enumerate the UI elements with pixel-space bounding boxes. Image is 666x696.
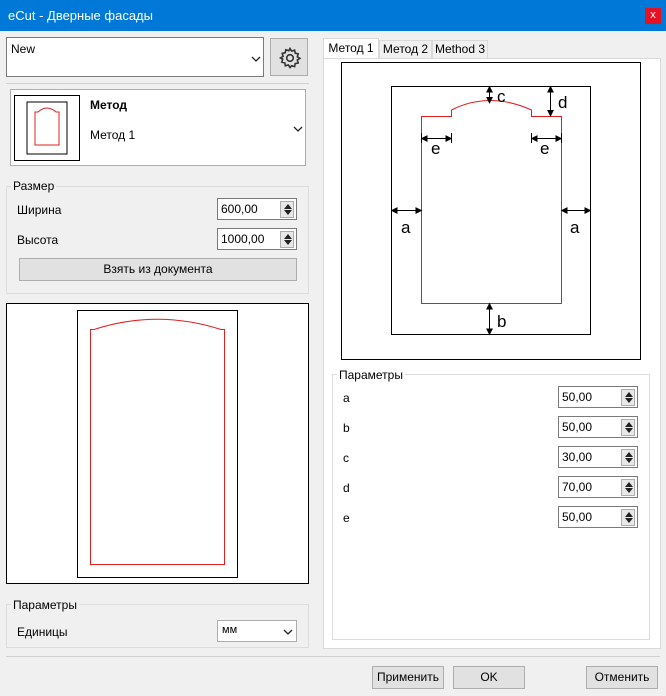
width-stepper[interactable]: 600,00: [217, 198, 297, 220]
label-e-left: e: [431, 139, 440, 158]
width-value: 600,00: [221, 202, 258, 216]
gear-icon: [278, 46, 302, 69]
tab-method-1[interactable]: Метод 1: [323, 38, 379, 59]
method-thumbnail: [14, 95, 80, 161]
label-a-left: a: [401, 218, 411, 237]
tab-method-2[interactable]: Метод 2: [379, 40, 432, 59]
param-label-c: c: [343, 451, 349, 465]
units-value: мм: [222, 624, 238, 636]
close-button[interactable]: x: [645, 8, 661, 24]
param-label-d: d: [343, 481, 350, 495]
params-group-label: Параметры: [11, 598, 79, 612]
units-select[interactable]: мм: [217, 620, 297, 642]
door-preview-drawing: [77, 310, 238, 578]
settings-button[interactable]: [270, 38, 308, 76]
spin-arrows-icon[interactable]: [621, 449, 635, 466]
param-c-value: 30,00: [562, 450, 593, 464]
param-label-e: e: [343, 511, 350, 525]
param-e-stepper[interactable]: 50,00: [558, 506, 638, 528]
param-label-a: a: [343, 391, 350, 405]
spin-arrows-icon[interactable]: [621, 389, 635, 406]
param-label-b: b: [343, 421, 350, 435]
cancel-button[interactable]: Отменить: [586, 666, 658, 689]
template-value: New: [11, 42, 36, 56]
chevron-down-icon: [293, 126, 303, 132]
height-stepper[interactable]: 1000,00: [217, 228, 297, 250]
tab-method-3[interactable]: Method 3: [432, 40, 488, 59]
spin-arrows-icon[interactable]: [280, 201, 294, 218]
right-params-group-label: Параметры: [337, 368, 405, 382]
height-value: 1000,00: [221, 232, 265, 246]
title-bar: eCut - Дверные фасады x: [0, 0, 666, 31]
spin-arrows-icon[interactable]: [621, 509, 635, 526]
apply-button[interactable]: Применить: [372, 666, 444, 689]
window-title: eCut - Дверные фасады: [8, 8, 153, 23]
label-b: b: [497, 312, 506, 331]
chevron-down-icon: [283, 629, 293, 635]
method-value: Метод 1: [90, 128, 136, 142]
method-combo[interactable]: Метод Метод 1: [10, 89, 306, 166]
param-d-value: 70,00: [562, 480, 593, 494]
chevron-down-icon: [251, 56, 261, 62]
take-from-document-button[interactable]: Взять из документа: [19, 258, 297, 281]
param-c-stepper[interactable]: 30,00: [558, 446, 638, 468]
door-thumbnail-icon: [26, 101, 68, 155]
units-label: Единицы: [17, 625, 68, 639]
width-label: Ширина: [17, 203, 62, 217]
param-b-value: 50,00: [562, 420, 593, 434]
spin-arrows-icon[interactable]: [621, 419, 635, 436]
param-a-value: 50,00: [562, 390, 593, 404]
spin-arrows-icon[interactable]: [280, 231, 294, 248]
param-d-stepper[interactable]: 70,00: [558, 476, 638, 498]
param-e-value: 50,00: [562, 510, 593, 524]
param-b-stepper[interactable]: 50,00: [558, 416, 638, 438]
footer-separator: [6, 656, 660, 657]
method-heading: Метод: [90, 98, 128, 112]
param-a-stepper[interactable]: 50,00: [558, 386, 638, 408]
height-label: Высота: [17, 233, 59, 247]
template-combo[interactable]: New: [6, 37, 264, 77]
ok-button[interactable]: OK: [453, 666, 525, 689]
label-c: c: [497, 87, 506, 106]
label-e-right: e: [540, 139, 549, 158]
label-d: d: [558, 93, 567, 112]
separator: [6, 83, 309, 84]
method-diagram: c d e e a a b: [341, 62, 641, 360]
size-group-label: Размер: [11, 179, 57, 193]
door-preview: [6, 303, 309, 584]
spin-arrows-icon[interactable]: [621, 479, 635, 496]
method-diagram-drawing: c d e e a a b: [390, 85, 592, 336]
label-a-right: a: [570, 218, 580, 237]
